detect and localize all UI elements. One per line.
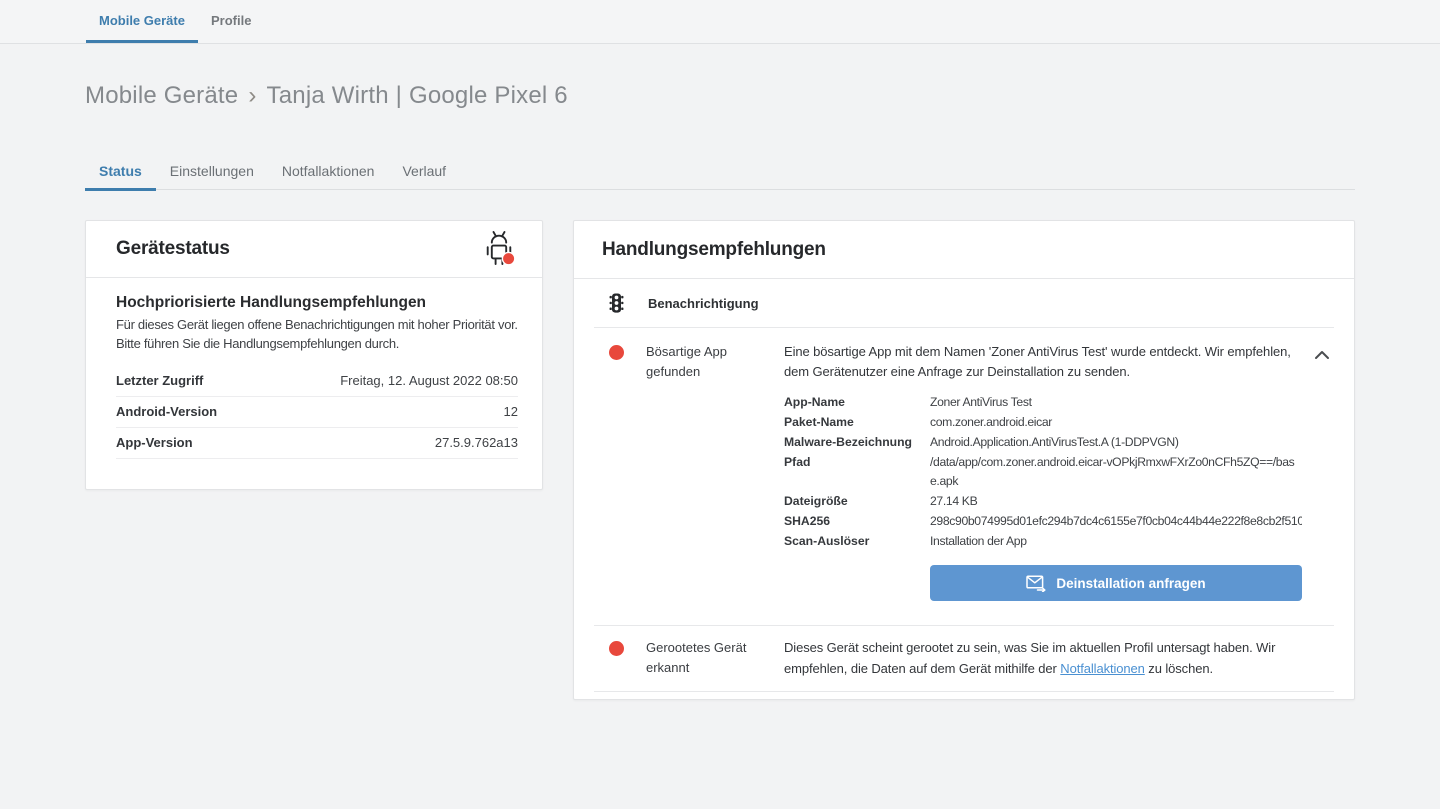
property-value: Freitag, 12. August 2022 08:50 bbox=[340, 373, 518, 388]
property-value: 27.5.9.762a13 bbox=[435, 435, 518, 450]
detail-value: Installation der App bbox=[930, 532, 1302, 552]
high-priority-section-title: Hochpriorisierte Handlungsempfehlungen bbox=[116, 294, 518, 312]
detail-row-sha256: SHA256 298c90b074995d01efc294b7dc4c6155e… bbox=[784, 512, 1302, 532]
detail-value: com.zoner.android.eicar bbox=[930, 413, 1302, 433]
detail-row-path: Pfad /data/app/com.zoner.android.eicar-v… bbox=[784, 453, 1302, 493]
collapse-item-button[interactable] bbox=[1314, 347, 1330, 363]
recommendation-content: Eine bösartige App mit dem Namen 'Zoner … bbox=[784, 342, 1302, 601]
recommendations-card-title: Handlungsempfehlungen bbox=[602, 239, 826, 261]
detail-row-file-size: Dateigröße 27.14 KB bbox=[784, 492, 1302, 512]
notfallaktionen-link[interactable]: Notfallaktionen bbox=[1060, 661, 1145, 676]
top-tab-profile[interactable]: Profile bbox=[198, 0, 264, 43]
detail-key: Pfad bbox=[784, 453, 930, 493]
device-status-card-header: Gerätestatus bbox=[86, 221, 542, 278]
rooted-text-after-link: zu löschen. bbox=[1145, 661, 1213, 676]
action-button-wrap: Deinstallation anfragen bbox=[784, 565, 1302, 601]
severity-dot-icon bbox=[609, 641, 624, 656]
recommendation-malicious-app: Bösartige App gefunden Eine bösartige Ap… bbox=[594, 328, 1334, 626]
device-status-card-body: Hochpriorisierte Handlungsempfehlungen F… bbox=[86, 278, 542, 459]
recommendations-card-header: Handlungsempfehlungen bbox=[574, 221, 1354, 279]
detail-value: 27.14 KB bbox=[930, 492, 1302, 512]
property-row-last-access: Letzter Zugriff Freitag, 12. August 2022… bbox=[116, 366, 518, 397]
recommendation-description: Eine bösartige App mit dem Namen 'Zoner … bbox=[784, 342, 1302, 382]
device-detail-tabs: Status Einstellungen Notfallaktionen Ver… bbox=[85, 150, 1355, 190]
detail-key: Dateigröße bbox=[784, 492, 930, 512]
breadcrumb: Mobile Geräte › Tanja Wirth | Google Pixel… bbox=[85, 82, 568, 110]
device-status-card: Gerätestatus Ho bbox=[85, 220, 543, 490]
top-navigation-bar: Mobile Geräte Profile bbox=[0, 0, 1440, 44]
recommendation-rooted-device: Gerootetes Gerät erkannt Dieses Gerät sc… bbox=[594, 626, 1334, 691]
device-status-card-title: Gerätestatus bbox=[116, 238, 230, 260]
property-row-android-version: Android-Version 12 bbox=[116, 397, 518, 428]
recommendation-label: Bösartige App gefunden bbox=[646, 342, 762, 381]
detail-row-malware-name: Malware-Bezeichnung Android.Application.… bbox=[784, 433, 1302, 453]
top-tab-mobile-geraete[interactable]: Mobile Geräte bbox=[86, 0, 198, 43]
android-robot-alert-icon bbox=[480, 229, 518, 269]
detail-key: SHA256 bbox=[784, 512, 930, 532]
top-tabs: Mobile Geräte Profile bbox=[86, 0, 264, 43]
tab-verlauf[interactable]: Verlauf bbox=[388, 153, 460, 191]
high-priority-section-text: Für dieses Gerät liegen offene Benachric… bbox=[116, 316, 518, 354]
recommendation-label: Gerootetes Gerät erkannt bbox=[646, 638, 762, 677]
property-label: Android-Version bbox=[116, 404, 217, 419]
malware-details: App-Name Zoner AntiVirus Test Paket-Name… bbox=[784, 393, 1302, 551]
detail-value: /data/app/com.zoner.android.eicar-vOPkjR… bbox=[930, 453, 1302, 493]
notification-group-row: Benachrichtigung bbox=[594, 279, 1334, 328]
tab-status[interactable]: Status bbox=[85, 153, 156, 191]
detail-value: Android.Application.AntiVirusTest.A (1-D… bbox=[930, 433, 1302, 453]
detail-key: App-Name bbox=[784, 393, 930, 413]
tab-einstellungen[interactable]: Einstellungen bbox=[156, 153, 268, 191]
recommendations-card: Handlungsempfehlungen Benachrichtigu bbox=[573, 220, 1355, 700]
traffic-light-icon bbox=[609, 292, 624, 314]
breadcrumb-parent[interactable]: Mobile Geräte bbox=[85, 82, 238, 109]
request-uninstall-button[interactable]: Deinstallation anfragen bbox=[930, 565, 1302, 601]
detail-row-app-name: App-Name Zoner AntiVirus Test bbox=[784, 393, 1302, 413]
send-mail-icon bbox=[1026, 575, 1046, 592]
screen: Mobile Geräte Profile Mobile Geräte › Tanj… bbox=[0, 0, 1440, 809]
severity-dot-icon bbox=[609, 345, 624, 360]
recommendation-content: Dieses Gerät scheint gerootet zu sein, w… bbox=[784, 638, 1334, 678]
property-label: App-Version bbox=[116, 435, 193, 450]
property-value: 12 bbox=[504, 404, 518, 419]
breadcrumb-separator: › bbox=[248, 82, 256, 109]
property-label: Letzter Zugriff bbox=[116, 373, 203, 388]
detail-row-scan-trigger: Scan-Auslöser Installation der App bbox=[784, 532, 1302, 552]
tab-notfallaktionen[interactable]: Notfallaktionen bbox=[268, 153, 389, 191]
detail-key: Paket-Name bbox=[784, 413, 930, 433]
chevron-up-icon bbox=[1314, 348, 1330, 363]
property-row-app-version: App-Version 27.5.9.762a13 bbox=[116, 428, 518, 459]
detail-key: Malware-Bezeichnung bbox=[784, 433, 930, 453]
request-uninstall-button-label: Deinstallation anfragen bbox=[1056, 576, 1205, 591]
notification-group-label: Benachrichtigung bbox=[648, 296, 759, 311]
detail-value: Zoner AntiVirus Test bbox=[930, 393, 1302, 413]
detail-key: Scan-Auslöser bbox=[784, 532, 930, 552]
recommendation-description: Dieses Gerät scheint gerootet zu sein, w… bbox=[784, 638, 1334, 678]
breadcrumb-current-device: Tanja Wirth | Google Pixel 6 bbox=[267, 82, 568, 109]
detail-row-package-name: Paket-Name com.zoner.android.eicar bbox=[784, 413, 1302, 433]
detail-value: 298c90b074995d01efc294b7dc4c6155e7f0cb04… bbox=[930, 512, 1302, 532]
